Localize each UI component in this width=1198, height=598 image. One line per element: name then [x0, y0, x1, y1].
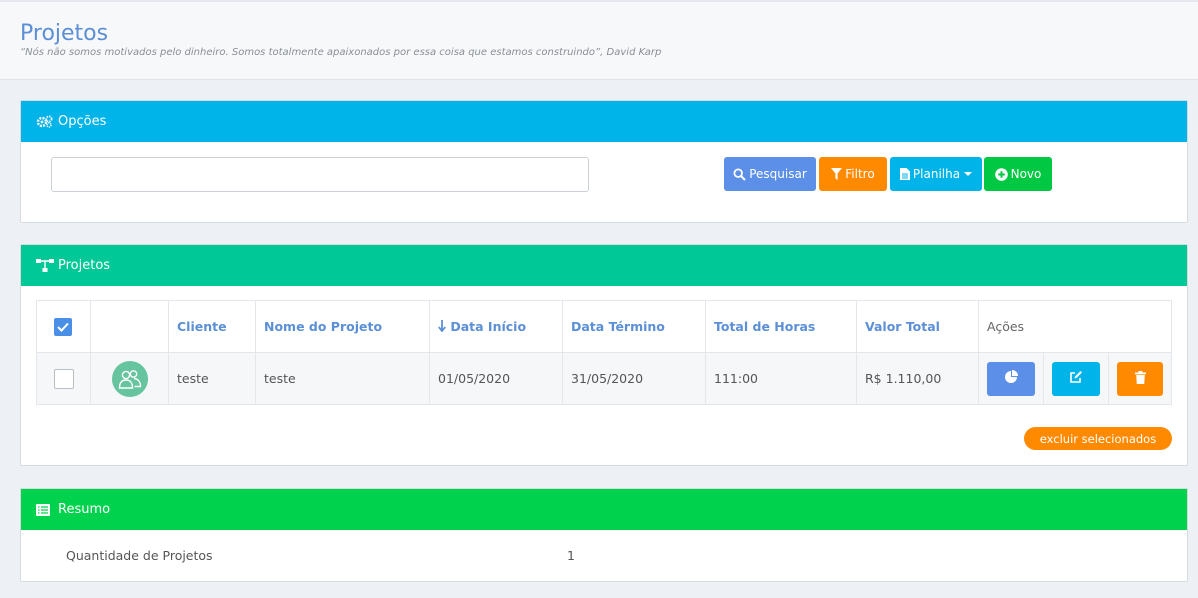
column-header-total-horas[interactable]: Total de Horas [705, 300, 857, 353]
table-header-row: Cliente Nome do Projeto Data Início Data… [36, 300, 1172, 353]
column-header-data-inicio[interactable]: Data Início [429, 300, 563, 353]
delete-button[interactable] [1117, 361, 1163, 396]
page-header: Projetos “Nós não somos motivados pelo d… [0, 0, 1198, 80]
avatar-column-header [90, 300, 169, 353]
table-row: teste teste 01/05/2020 31/05/2020 111:00… [36, 352, 1172, 405]
page-quote: “Nós não somos motivados pelo dinheiro. … [20, 47, 662, 58]
new-button-label: Novo [1010, 167, 1042, 181]
file-icon [899, 168, 913, 180]
summary-panel-header: Resumo [21, 489, 1187, 530]
summary-panel-title: Resumo [58, 502, 111, 517]
plus-circle-icon [994, 167, 1011, 181]
column-header-data-termino[interactable]: Data Término [562, 300, 706, 353]
options-panel-header: Opções [21, 101, 1187, 142]
trash-icon [1134, 370, 1146, 387]
filter-icon [831, 168, 845, 180]
summary-panel: Resumo Quantidade de Projetos 1 [20, 488, 1188, 582]
search-button-label: Pesquisar [749, 167, 807, 181]
projects-panel: Projetos Cliente Nome do Projeto Data In… [20, 244, 1188, 466]
spreadsheet-button-label: Planilha [912, 167, 961, 181]
delete-selected-button[interactable]: excluir selecionados [1024, 427, 1172, 450]
users-avatar-icon [112, 360, 148, 397]
chart-action-cell [978, 352, 1044, 405]
select-all-cell [36, 300, 91, 353]
projects-panel-header: Projetos [21, 245, 1187, 286]
chart-button[interactable] [987, 361, 1035, 396]
list-icon [36, 503, 54, 517]
search-input[interactable] [51, 157, 589, 192]
filter-button-label: Filtro [845, 167, 875, 181]
row-checkbox[interactable] [54, 368, 74, 389]
cell-total-horas: 111:00 [705, 352, 857, 405]
gears-icon [36, 115, 54, 129]
cell-data-termino: 31/05/2020 [562, 352, 706, 405]
spreadsheet-dropdown-button[interactable]: Planilha [890, 157, 982, 191]
edit-button[interactable] [1052, 361, 1100, 396]
projects-panel-title: Projetos [58, 258, 111, 273]
column-header-data-inicio-label: Data Início [450, 319, 527, 334]
column-header-valor-total[interactable]: Valor Total [856, 300, 979, 353]
project-count-label: Quantidade de Projetos [66, 548, 213, 563]
search-icon [733, 167, 749, 181]
delete-action-cell [1108, 352, 1172, 405]
select-all-checkbox[interactable] [54, 317, 72, 336]
sort-down-arrow-icon [438, 319, 450, 334]
sitemap-icon [36, 259, 54, 273]
search-button[interactable]: Pesquisar [724, 157, 816, 191]
row-select-cell [36, 352, 91, 405]
cell-cliente: teste [168, 352, 256, 405]
pie-chart-icon [1004, 370, 1018, 387]
avatar-cell [90, 352, 169, 405]
column-header-nome-projeto[interactable]: Nome do Projeto [255, 300, 430, 353]
cell-valor-total: R$ 1.110,00 [856, 352, 979, 405]
cell-data-inicio: 01/05/2020 [429, 352, 563, 405]
options-panel-title: Opções [58, 114, 107, 129]
filter-button[interactable]: Filtro [819, 157, 887, 191]
options-panel: Opções Pesquisar Filtro Planilha Novo [20, 100, 1188, 223]
page-title: Projetos [20, 21, 109, 46]
project-count-value: 1 [567, 548, 575, 563]
cell-nome-projeto: teste [255, 352, 430, 405]
column-header-acoes: Ações [978, 300, 1172, 353]
new-button[interactable]: Novo [984, 157, 1052, 191]
edit-icon [1069, 370, 1083, 387]
edit-action-cell [1043, 352, 1109, 405]
projects-table: Cliente Nome do Projeto Data Início Data… [36, 300, 1172, 405]
column-header-cliente[interactable]: Cliente [168, 300, 256, 353]
caret-down-icon [964, 172, 973, 176]
